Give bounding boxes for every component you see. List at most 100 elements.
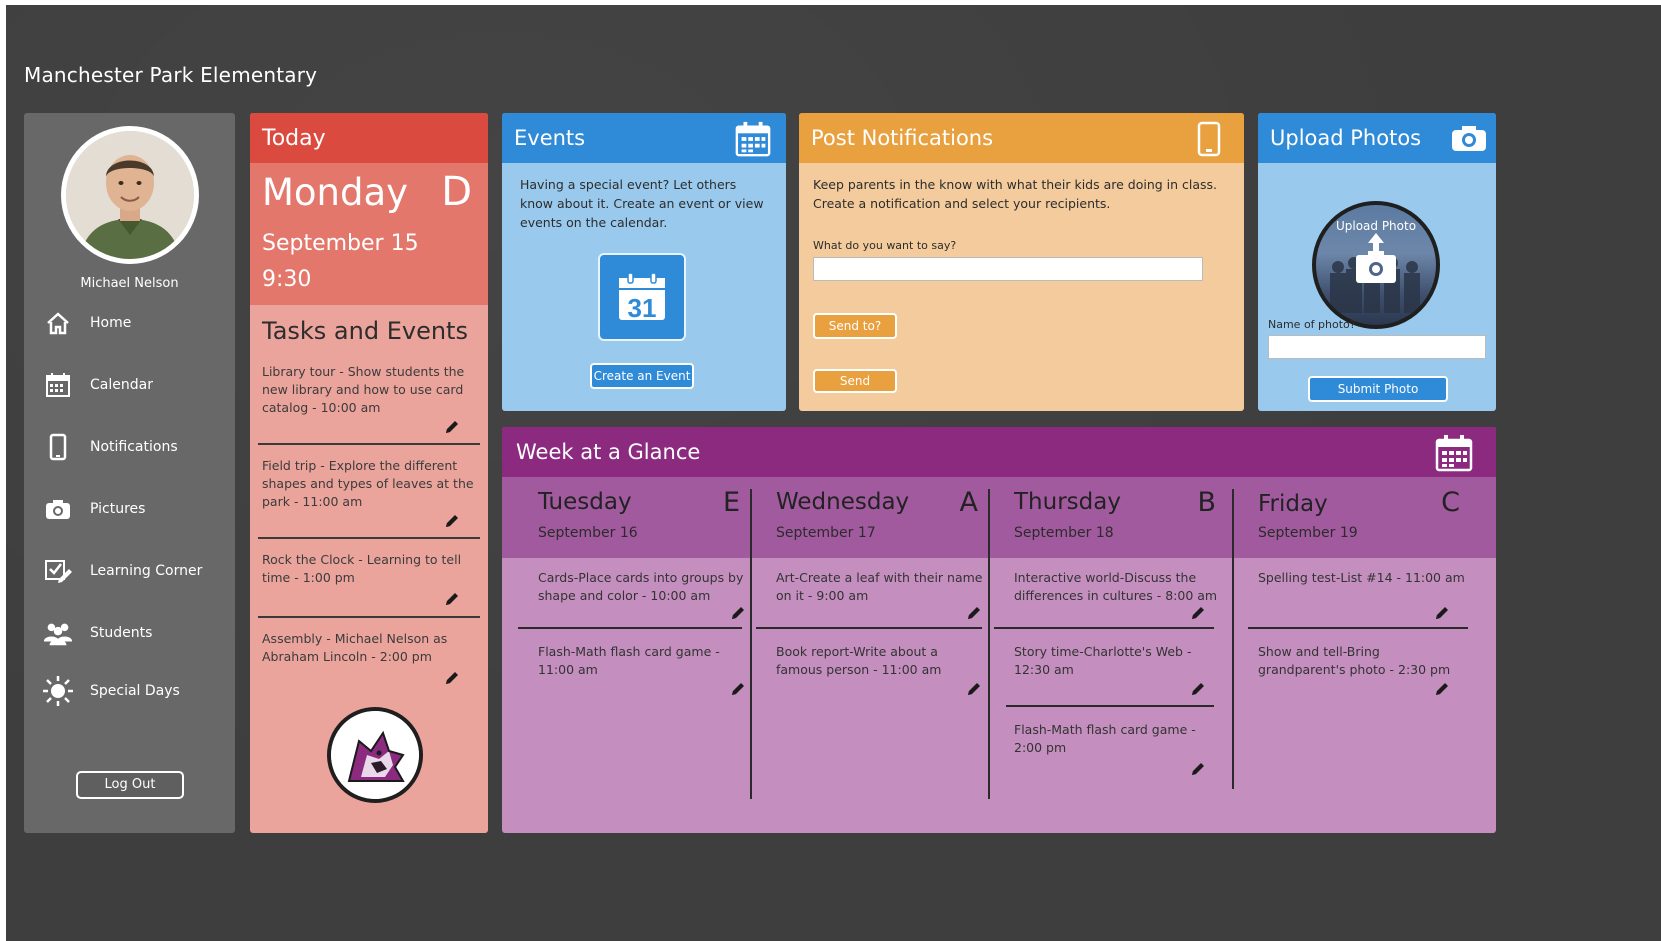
divider xyxy=(258,616,480,618)
photo-name-label: Name of photo? xyxy=(1268,318,1356,331)
calendar-icon xyxy=(735,121,771,157)
message-input[interactable] xyxy=(813,257,1203,281)
today-date: September 15 xyxy=(262,231,419,256)
week-task: Interactive world-Discuss the difference… xyxy=(1014,570,1218,603)
week-task: Flash-Math flash card game - 11:00 am xyxy=(538,644,720,677)
edit-pencil-icon[interactable] xyxy=(730,681,746,697)
wolf-mascot-logo xyxy=(327,707,423,803)
edit-pencil-icon[interactable] xyxy=(730,605,746,621)
notifications-heading: Post Notifications xyxy=(811,126,994,150)
sidebar-item-label: Calendar xyxy=(90,377,153,393)
day-name: Thursday xyxy=(1014,489,1121,515)
logout-button[interactable]: Log Out xyxy=(76,771,184,799)
day-date: September 16 xyxy=(538,525,638,541)
divider xyxy=(518,627,742,629)
day-letter: A xyxy=(959,487,978,518)
today-date-block: Monday D September 15 9:30 xyxy=(250,163,488,305)
calendar-tile[interactable]: 31 xyxy=(598,253,686,341)
tasks-title: Tasks and Events xyxy=(262,317,468,345)
photo-name-input[interactable] xyxy=(1268,335,1486,359)
task-item: Assembly - Michael Nelson as Abraham Lin… xyxy=(262,631,448,664)
day-name: Wednesday xyxy=(776,489,910,515)
upload-photos-card: Upload Photos Upload Photo Name of photo… xyxy=(1258,113,1496,411)
day-column-tuesday: Tuesday E September 16 Cards-Place cards… xyxy=(518,477,756,807)
upload-photo-button[interactable]: Upload Photo xyxy=(1312,201,1440,329)
week-task: Art-Create a leaf with their name on it … xyxy=(776,570,983,603)
week-task: Book report-Write about a famous person … xyxy=(776,644,942,677)
sidebar-item-students[interactable]: Students xyxy=(42,613,222,653)
phone-icon xyxy=(42,431,74,463)
sidebar-item-special-days[interactable]: Special Days xyxy=(42,671,222,711)
divider xyxy=(994,627,1214,629)
sidebar-item-label: Learning Corner xyxy=(90,563,203,579)
sidebar-item-label: Notifications xyxy=(90,439,178,455)
today-day: Monday xyxy=(262,171,409,214)
day-date: September 17 xyxy=(776,525,876,541)
week-header: Week at a Glance xyxy=(502,427,1496,477)
sun-icon xyxy=(42,675,74,707)
avatar[interactable] xyxy=(61,126,199,264)
pencil-check-icon xyxy=(42,555,74,587)
edit-pencil-icon[interactable] xyxy=(444,591,460,607)
home-icon xyxy=(42,307,74,339)
edit-pencil-icon[interactable] xyxy=(1190,761,1206,777)
submit-photo-button[interactable]: Submit Photo xyxy=(1308,376,1448,402)
create-event-button[interactable]: Create an Event xyxy=(590,363,694,389)
edit-pencil-icon[interactable] xyxy=(1190,681,1206,697)
sidebar-item-label: Students xyxy=(90,625,153,641)
notifications-header: Post Notifications xyxy=(799,113,1244,163)
edit-pencil-icon[interactable] xyxy=(444,419,460,435)
column-divider xyxy=(750,489,752,799)
divider xyxy=(258,537,480,539)
task-item: Rock the Clock - Learning to tell time -… xyxy=(262,552,462,585)
week-task: Flash-Math flash card game - 2:00 pm xyxy=(1014,722,1196,755)
events-heading: Events xyxy=(514,126,586,150)
edit-pencil-icon[interactable] xyxy=(966,605,982,621)
day-name: Tuesday xyxy=(538,489,632,515)
sidebar: Michael Nelson Home Calendar Notificatio… xyxy=(24,113,235,833)
upload-heading: Upload Photos xyxy=(1270,126,1422,150)
phone-icon xyxy=(1197,121,1221,157)
app-title: Manchester Park Elementary xyxy=(24,63,318,87)
today-time: 9:30 xyxy=(262,267,312,292)
notifications-description: Keep parents in the know with what their… xyxy=(813,177,1218,211)
sidebar-item-home[interactable]: Home xyxy=(42,303,222,343)
week-task: Spelling test-List #14 - 11:00 am xyxy=(1258,570,1465,585)
week-task: Show and tell-Bring grandparent's photo … xyxy=(1258,644,1451,677)
upload-photo-label: Upload Photo xyxy=(1335,219,1417,233)
sidebar-item-calendar[interactable]: Calendar xyxy=(42,365,222,405)
divider xyxy=(258,443,480,445)
calendar-icon xyxy=(1435,435,1473,472)
edit-pencil-icon[interactable] xyxy=(444,513,460,529)
sidebar-item-notifications[interactable]: Notifications xyxy=(42,427,222,467)
sidebar-item-pictures[interactable]: Pictures xyxy=(42,489,222,529)
day-date: September 19 xyxy=(1258,525,1358,541)
today-panel: Today Monday D September 15 9:30 Tasks a… xyxy=(250,113,488,833)
divider xyxy=(1006,705,1214,707)
calendar-day-number: 31 xyxy=(627,293,657,323)
column-divider xyxy=(988,489,990,799)
upload-header: Upload Photos xyxy=(1258,113,1496,163)
sidebar-item-learning-corner[interactable]: Learning Corner xyxy=(42,551,222,591)
camera-icon xyxy=(42,493,74,525)
sidebar-item-label: Home xyxy=(90,315,132,331)
send-to-button[interactable]: Send to? xyxy=(813,313,897,339)
students-icon xyxy=(42,617,74,649)
divider xyxy=(756,627,982,629)
week-heading: Week at a Glance xyxy=(516,440,701,464)
day-name: Friday xyxy=(1258,491,1328,517)
sidebar-item-label: Pictures xyxy=(90,501,146,517)
today-day-letter: D xyxy=(441,169,472,215)
edit-pencil-icon[interactable] xyxy=(1190,605,1206,621)
today-heading: Today xyxy=(250,113,488,163)
week-at-a-glance: Week at a Glance Tuesday E September 16 … xyxy=(502,427,1496,833)
edit-pencil-icon[interactable] xyxy=(1434,681,1450,697)
edit-pencil-icon[interactable] xyxy=(1434,605,1450,621)
task-item: Library tour - Show students the new lib… xyxy=(262,364,465,415)
send-button[interactable]: Send xyxy=(813,369,897,393)
notifications-card: Post Notifications Keep parents in the k… xyxy=(799,113,1244,411)
edit-pencil-icon[interactable] xyxy=(444,670,460,686)
day-column-wednesday: Wednesday A September 17 Art-Create a le… xyxy=(756,477,994,807)
edit-pencil-icon[interactable] xyxy=(966,681,982,697)
day-letter: E xyxy=(722,487,740,518)
